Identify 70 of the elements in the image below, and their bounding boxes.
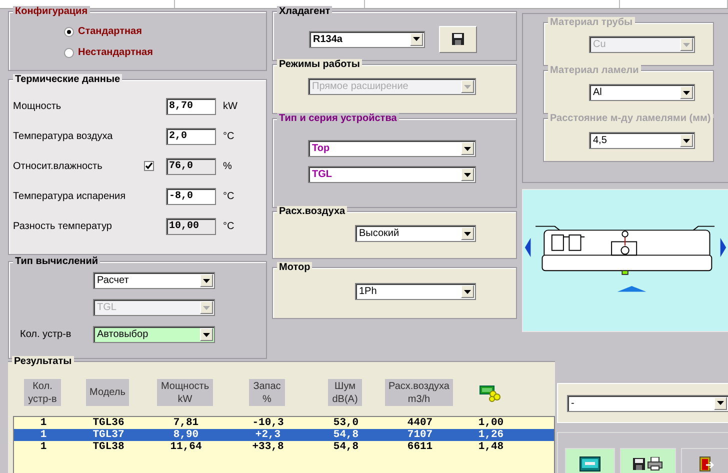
column-header: Запас % [249,379,285,406]
table-cell: 54,8 [333,429,359,441]
field-label: Относит.влажность [13,160,104,172]
dropdown[interactable]: TGL [308,166,476,183]
group-title: Результаты [12,356,74,367]
group-title: Конфигурация [13,6,90,17]
input-field[interactable]: -8,0 [166,188,216,204]
group-title: Мотор [277,262,312,273]
field-label: Мощность [13,100,62,112]
field-label: Кол. устр-в [19,329,72,340]
table-row[interactable]: 1 TGL38 11,64 +33,8 54,8 6611 1,48 [14,441,554,453]
dropdown[interactable]: R134a [309,30,425,48]
column-header: Шум dB(A) [328,379,362,406]
dropdown[interactable]: - [567,394,728,412]
group-title: Расстояние м-ду ламелями (мм) [548,113,713,124]
dropdown[interactable]: Al [589,84,695,101]
table-cell: 1,00 [478,417,504,429]
unit-label: kW [222,100,238,112]
input-field[interactable]: 2,0 [166,128,216,144]
table-cell: 11,64 [170,441,202,453]
unit-label: °C [222,190,236,202]
dropdown[interactable]: Высокий [355,225,476,242]
column-header: Мощность kW [156,379,214,406]
table-cell: TGL37 [92,429,124,441]
column-header: Модель [86,379,130,406]
group-title: Термические данные [13,74,122,85]
dropdown[interactable]: 1Ph [355,283,476,300]
table-cell: 7,81 [173,417,199,429]
dropdown[interactable]: Автовыбор [93,326,215,343]
table-cell: +2,3 [255,429,281,441]
input-field[interactable]: 76,0 [166,158,216,174]
dropdown[interactable]: 4,5 [589,132,695,149]
group-title: Тип и серия устройства [277,113,399,124]
field-label: Разность температур [13,220,113,232]
table-cell: 53,0 [333,417,359,429]
table-row[interactable]: 1 TGL36 7,81 -10,3 53,0 4407 1,00 [14,417,554,429]
table-cell: 54,8 [333,441,359,453]
input-field[interactable]: 10,00 [166,218,216,234]
radio-label[interactable]: Нестандартная [78,47,153,58]
table-cell: 4407 [407,417,433,429]
table-cell: 8,90 [173,429,199,441]
table-row[interactable]: 1 TGL37 8,90 +2,3 54,8 7107 1,26 [14,429,554,441]
dropdown[interactable]: Top [308,140,476,157]
field-label: Температура воздуха [13,130,114,142]
table-cell: TGL36 [92,417,124,429]
unit-label: % [222,160,233,172]
radio-label[interactable]: Стандартная [78,26,142,37]
table-cell: 1 [40,429,47,441]
table-cell: 1,26 [478,429,504,441]
table-cell: 1,48 [478,441,504,453]
table-cell: TGL38 [92,441,124,453]
group-title: Расх.воздуха [277,206,348,217]
input-field[interactable]: 8,70 [166,98,216,114]
table-cell: 1 [40,441,47,453]
table-cell: 6611 [407,441,433,453]
table-cell: +33,8 [252,441,284,453]
table-cell: 1 [40,417,47,429]
group-title: Хладагент [277,6,332,17]
unit-label: °C [222,130,236,142]
dropdown[interactable]: Расчет [93,272,215,289]
group-title: Тип вычислений [13,256,100,267]
table-cell: -10,3 [252,417,284,429]
field-label: Температура испарения [13,190,127,202]
column-header: Кол. устр-в [24,379,61,406]
column-header: Расх.воздуха m3/h [384,379,454,406]
unit-label: °C [222,220,236,232]
group-title: Материал трубы [548,17,635,28]
group-title: Материал ламели [548,65,641,76]
table-cell: 7107 [407,429,433,441]
group-title: Режимы работы [277,59,362,70]
